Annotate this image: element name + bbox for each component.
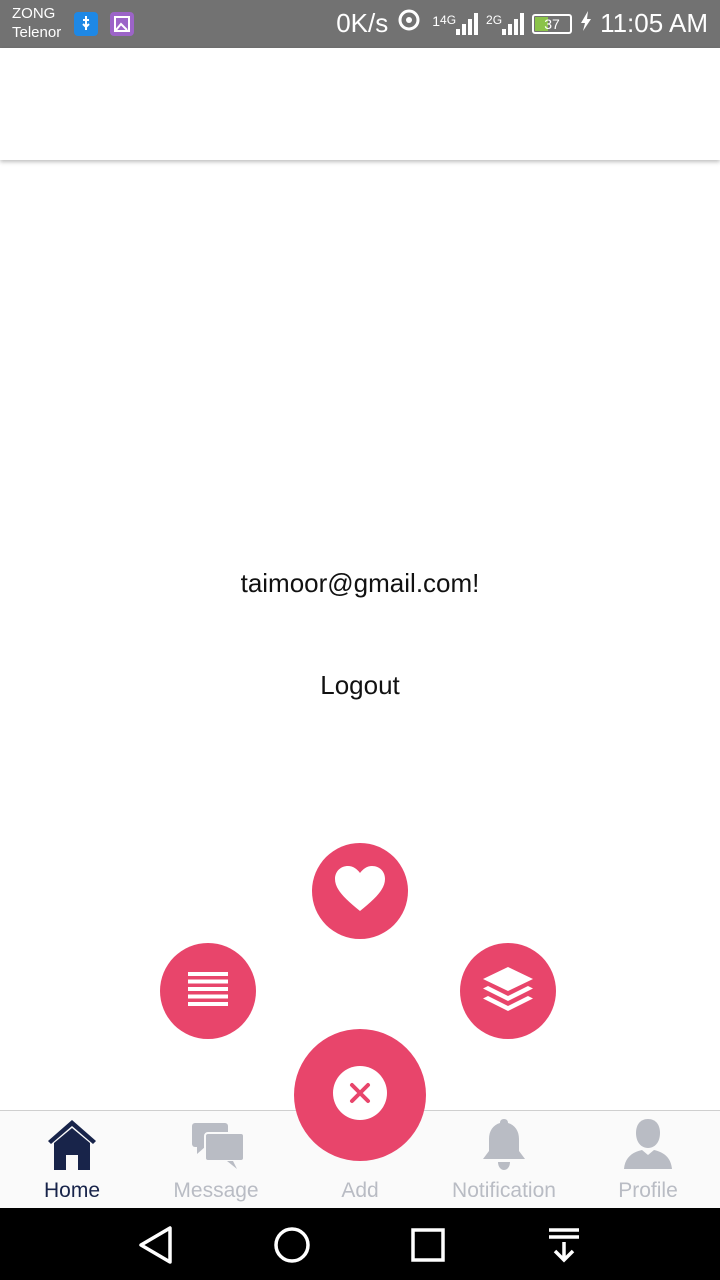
home-icon bbox=[47, 1117, 97, 1171]
sim1-signal: 1 4G bbox=[432, 12, 479, 35]
list-action-button[interactable] bbox=[160, 943, 256, 1039]
bell-icon bbox=[479, 1117, 529, 1171]
message-icon bbox=[191, 1117, 245, 1171]
recents-icon[interactable] bbox=[403, 1220, 453, 1270]
battery-icon: 37 bbox=[532, 13, 573, 34]
carrier-1: ZONG bbox=[12, 5, 56, 22]
signal-2-icon bbox=[502, 12, 525, 35]
tab-profile-label: Profile bbox=[618, 1179, 678, 1202]
close-icon bbox=[333, 1065, 387, 1125]
tab-add-label: Add bbox=[341, 1179, 379, 1202]
network-speed: 0K/s bbox=[336, 8, 389, 38]
tab-message[interactable]: Message bbox=[144, 1111, 288, 1209]
network-2-type: 2G bbox=[486, 12, 503, 27]
heart-action-button[interactable] bbox=[312, 843, 408, 939]
app-bar bbox=[0, 48, 720, 160]
tab-home[interactable]: Home bbox=[0, 1111, 144, 1209]
network-1-type: 4G bbox=[440, 12, 457, 27]
sim1-label: 1 bbox=[432, 12, 441, 29]
usb-icon bbox=[74, 12, 98, 36]
heart-icon bbox=[334, 865, 386, 918]
sim2-signal: 2G bbox=[486, 12, 525, 35]
tab-message-label: Message bbox=[173, 1179, 259, 1202]
profile-icon bbox=[623, 1117, 673, 1171]
status-bar: ZONG Telenor 0K/s 1 4G 2G 37 11:05 AM bbox=[0, 0, 720, 48]
clock: 11:05 AM bbox=[600, 8, 708, 38]
carrier-2: Telenor bbox=[12, 24, 62, 41]
carrier-names: ZONG Telenor bbox=[12, 4, 61, 42]
hotspot-icon bbox=[396, 8, 424, 39]
status-right: 0K/s 1 4G 2G 37 11:05 AM bbox=[336, 8, 708, 39]
tab-profile[interactable]: Profile bbox=[576, 1111, 720, 1209]
layers-icon bbox=[483, 966, 533, 1016]
tab-notification[interactable]: Notification bbox=[432, 1111, 576, 1209]
layers-action-button[interactable] bbox=[460, 943, 556, 1039]
system-navigation-bar bbox=[0, 1208, 720, 1280]
add-close-button[interactable] bbox=[294, 1029, 426, 1161]
user-email: taimoor@gmail.com! bbox=[240, 568, 480, 598]
charging-icon bbox=[580, 8, 592, 39]
tab-home-label: Home bbox=[43, 1179, 101, 1202]
signal-1-icon bbox=[456, 12, 479, 35]
notification-pull-icon[interactable] bbox=[539, 1220, 589, 1270]
back-icon[interactable] bbox=[131, 1220, 181, 1270]
tab-notification-label: Notification bbox=[452, 1179, 556, 1202]
home-circle-icon[interactable] bbox=[267, 1220, 317, 1270]
battery-percent: 37 bbox=[544, 15, 560, 32]
image-icon bbox=[110, 12, 134, 36]
logout-button[interactable]: Logout bbox=[0, 670, 720, 701]
list-icon bbox=[188, 971, 228, 1011]
